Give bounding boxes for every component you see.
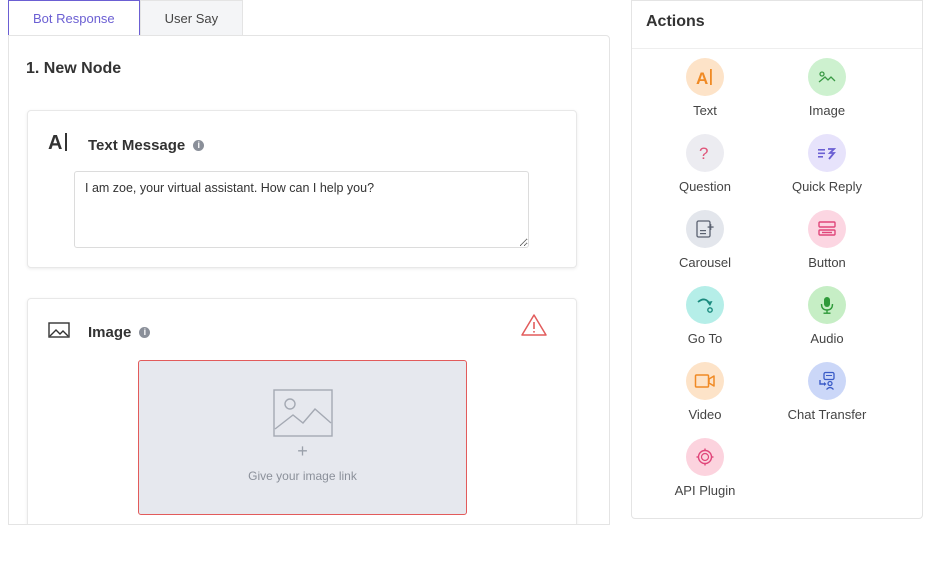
action-video[interactable]: Video xyxy=(650,362,760,422)
text-icon: A xyxy=(686,58,724,96)
node-editor: 1. New Node A Text Message i I am zoe, y… xyxy=(8,35,610,525)
action-carousel-label: Carousel xyxy=(678,255,732,270)
add-icon: + xyxy=(297,441,308,461)
tab-bot-response[interactable]: Bot Response xyxy=(8,0,140,35)
action-quick-reply[interactable]: Quick Reply xyxy=(772,134,882,194)
image-card: Image i + Give your image link xyxy=(27,298,577,524)
svg-text:A: A xyxy=(696,69,708,87)
image-card-icon xyxy=(48,319,70,345)
chat-transfer-icon xyxy=(808,362,846,400)
action-image[interactable]: Image xyxy=(772,58,882,118)
response-tabs: Bot Response User Say xyxy=(8,0,244,35)
info-icon[interactable]: i xyxy=(139,326,151,338)
image-link-hint: Give your image link xyxy=(248,469,357,483)
tab-user-say[interactable]: User Say xyxy=(139,0,244,35)
action-api-plugin[interactable]: API Plugin xyxy=(650,438,760,498)
button-icon xyxy=(808,210,846,248)
action-quick-reply-label: Quick Reply xyxy=(791,179,863,194)
action-go-to-label: Go To xyxy=(687,331,723,346)
action-button-label: Button xyxy=(808,255,846,270)
image-icon xyxy=(808,58,846,96)
action-api-plugin-label: API Plugin xyxy=(674,483,736,498)
carousel-icon xyxy=(686,210,724,248)
action-carousel[interactable]: Carousel xyxy=(650,210,760,270)
audio-icon xyxy=(808,286,846,324)
divider xyxy=(632,48,922,49)
svg-text:A: A xyxy=(48,132,62,153)
svg-text:?: ? xyxy=(699,144,708,163)
action-video-label: Video xyxy=(688,407,722,422)
action-chat-transfer[interactable]: Chat Transfer xyxy=(772,362,882,422)
action-text[interactable]: A Text xyxy=(650,58,760,118)
warning-icon xyxy=(520,313,548,342)
image-card-header: Image i xyxy=(48,319,151,345)
action-button[interactable]: Button xyxy=(772,210,882,270)
text-message-header: A Text Message i xyxy=(48,131,205,159)
action-text-label: Text xyxy=(693,103,717,118)
action-question-label: Question xyxy=(678,179,732,194)
image-card-title: Image xyxy=(88,323,132,341)
info-icon[interactable]: i xyxy=(193,139,205,151)
video-icon xyxy=(686,362,724,400)
action-image-label: Image xyxy=(808,103,846,118)
text-message-icon: A xyxy=(48,131,70,159)
actions-panel: Actions A Text Image ? Question Quick Re… xyxy=(631,0,923,519)
api-plugin-icon xyxy=(686,438,724,476)
action-audio-label: Audio xyxy=(810,331,844,346)
question-icon: ? xyxy=(686,134,724,172)
goto-icon xyxy=(686,286,724,324)
actions-title: Actions xyxy=(646,13,705,30)
text-message-card: A Text Message i I am zoe, your virtual … xyxy=(27,110,577,268)
bot-builder: Bot Response User Say 1. New Node A Text… xyxy=(0,0,930,561)
image-placeholder-icon xyxy=(273,389,333,442)
node-title: 1. New Node xyxy=(26,60,122,77)
image-link-dropzone[interactable]: + Give your image link xyxy=(138,360,467,515)
action-audio[interactable]: Audio xyxy=(772,286,882,346)
action-chat-transfer-label: Chat Transfer xyxy=(787,407,867,422)
action-question[interactable]: ? Question xyxy=(650,134,760,194)
action-go-to[interactable]: Go To xyxy=(650,286,760,346)
text-message-title: Text Message xyxy=(88,136,186,154)
text-message-input[interactable]: I am zoe, your virtual assistant. How ca… xyxy=(74,171,529,248)
quick-reply-icon xyxy=(808,134,846,172)
